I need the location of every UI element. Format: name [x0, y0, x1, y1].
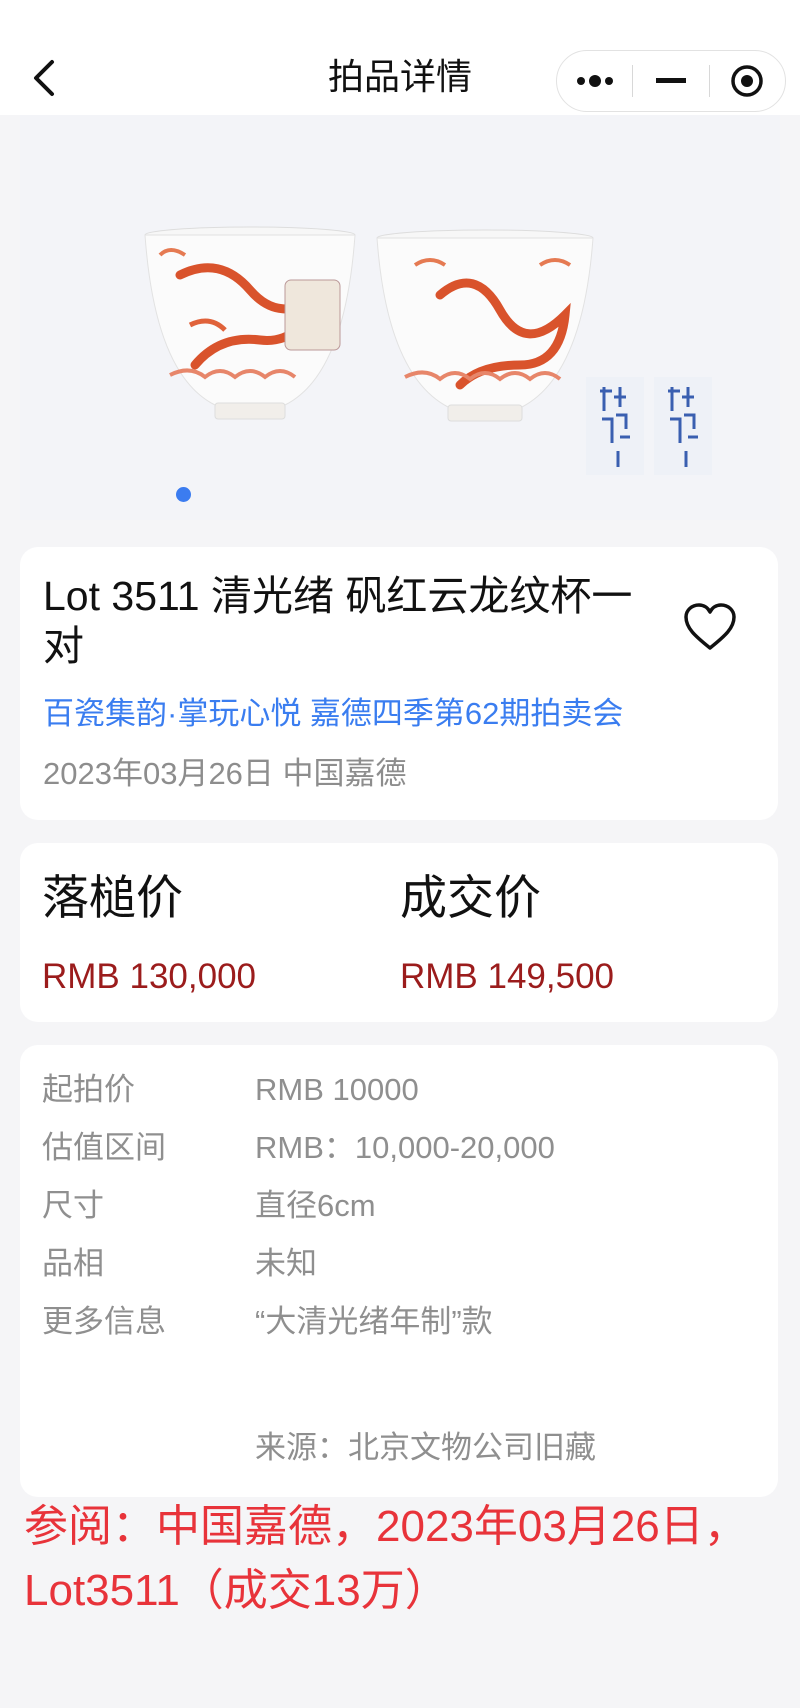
detail-row-more-info: 更多信息 “大清光绪年制”款 来源：北京文物公司旧藏	[42, 1301, 756, 1469]
detail-value: RMB 10000	[255, 1072, 419, 1107]
detail-key: 起拍价	[42, 1072, 135, 1107]
heart-icon	[684, 603, 736, 650]
detail-key: 估值区间	[42, 1130, 166, 1165]
lot-title: Lot 3511 清光绪 矾红云龙纹杯一对	[43, 573, 633, 669]
hammer-price-label: 落槌价	[42, 871, 183, 924]
nav-bar: 拍品详情	[0, 0, 800, 115]
detail-value: 直径6cm	[255, 1188, 376, 1223]
lot-details-card: 起拍价 RMB 10000 估值区间 RMB：10,000-20,000 尺寸 …	[20, 1045, 778, 1497]
auction-session-link[interactable]: 百瓷集韵·掌玩心悦 嘉德四季第62期拍卖会	[43, 693, 756, 735]
detail-value: RMB：10,000-20,000	[255, 1130, 555, 1165]
detail-key: 尺寸	[42, 1188, 104, 1223]
more-button[interactable]	[557, 51, 632, 111]
sold-price-block: 成交价 RMB 149,500	[400, 865, 614, 999]
sold-price-label: 成交价	[400, 871, 541, 924]
detail-row-start-price: 起拍价 RMB 10000	[42, 1069, 756, 1111]
reference-note: 参阅：中国嘉德，2023年03月26日，Lot3511（成交13万）	[24, 1502, 748, 1615]
carousel-indicator	[20, 487, 780, 502]
detail-value: “大清光绪年制”款 来源：北京文物公司旧藏	[255, 1304, 596, 1465]
detail-value: 未知	[255, 1246, 317, 1281]
detail-row-size: 尺寸 直径6cm	[42, 1185, 756, 1227]
lot-title-card: Lot 3511 清光绪 矾红云龙纹杯一对 百瓷集韵·掌玩心悦 嘉德四季第62期…	[20, 547, 778, 820]
more-dots-icon	[576, 75, 613, 87]
hammer-price-value: RMB 130,000	[42, 957, 257, 996]
detail-key: 品相	[42, 1246, 104, 1281]
close-button[interactable]	[710, 51, 785, 111]
lot-photo	[20, 115, 780, 520]
sold-price-value: RMB 149,500	[400, 957, 615, 996]
hammer-price-block: 落槌价 RMB 130,000	[42, 865, 256, 999]
detail-row-condition: 品相 未知	[42, 1243, 756, 1285]
favorite-button[interactable]	[682, 599, 738, 655]
minimize-button[interactable]	[633, 51, 708, 111]
detail-key: 更多信息	[42, 1304, 166, 1339]
mini-program-capsule	[556, 50, 786, 112]
target-icon	[731, 65, 764, 97]
minus-icon	[655, 78, 686, 83]
auction-date-house: 2023年03月26日 中国嘉德	[43, 756, 407, 791]
carousel-dot-active[interactable]	[176, 487, 191, 502]
detail-row-estimate: 估值区间 RMB：10,000-20,000	[42, 1127, 756, 1169]
price-card: 落槌价 RMB 130,000 成交价 RMB 149,500	[20, 843, 778, 1022]
lot-image-carousel[interactable]	[20, 115, 780, 520]
